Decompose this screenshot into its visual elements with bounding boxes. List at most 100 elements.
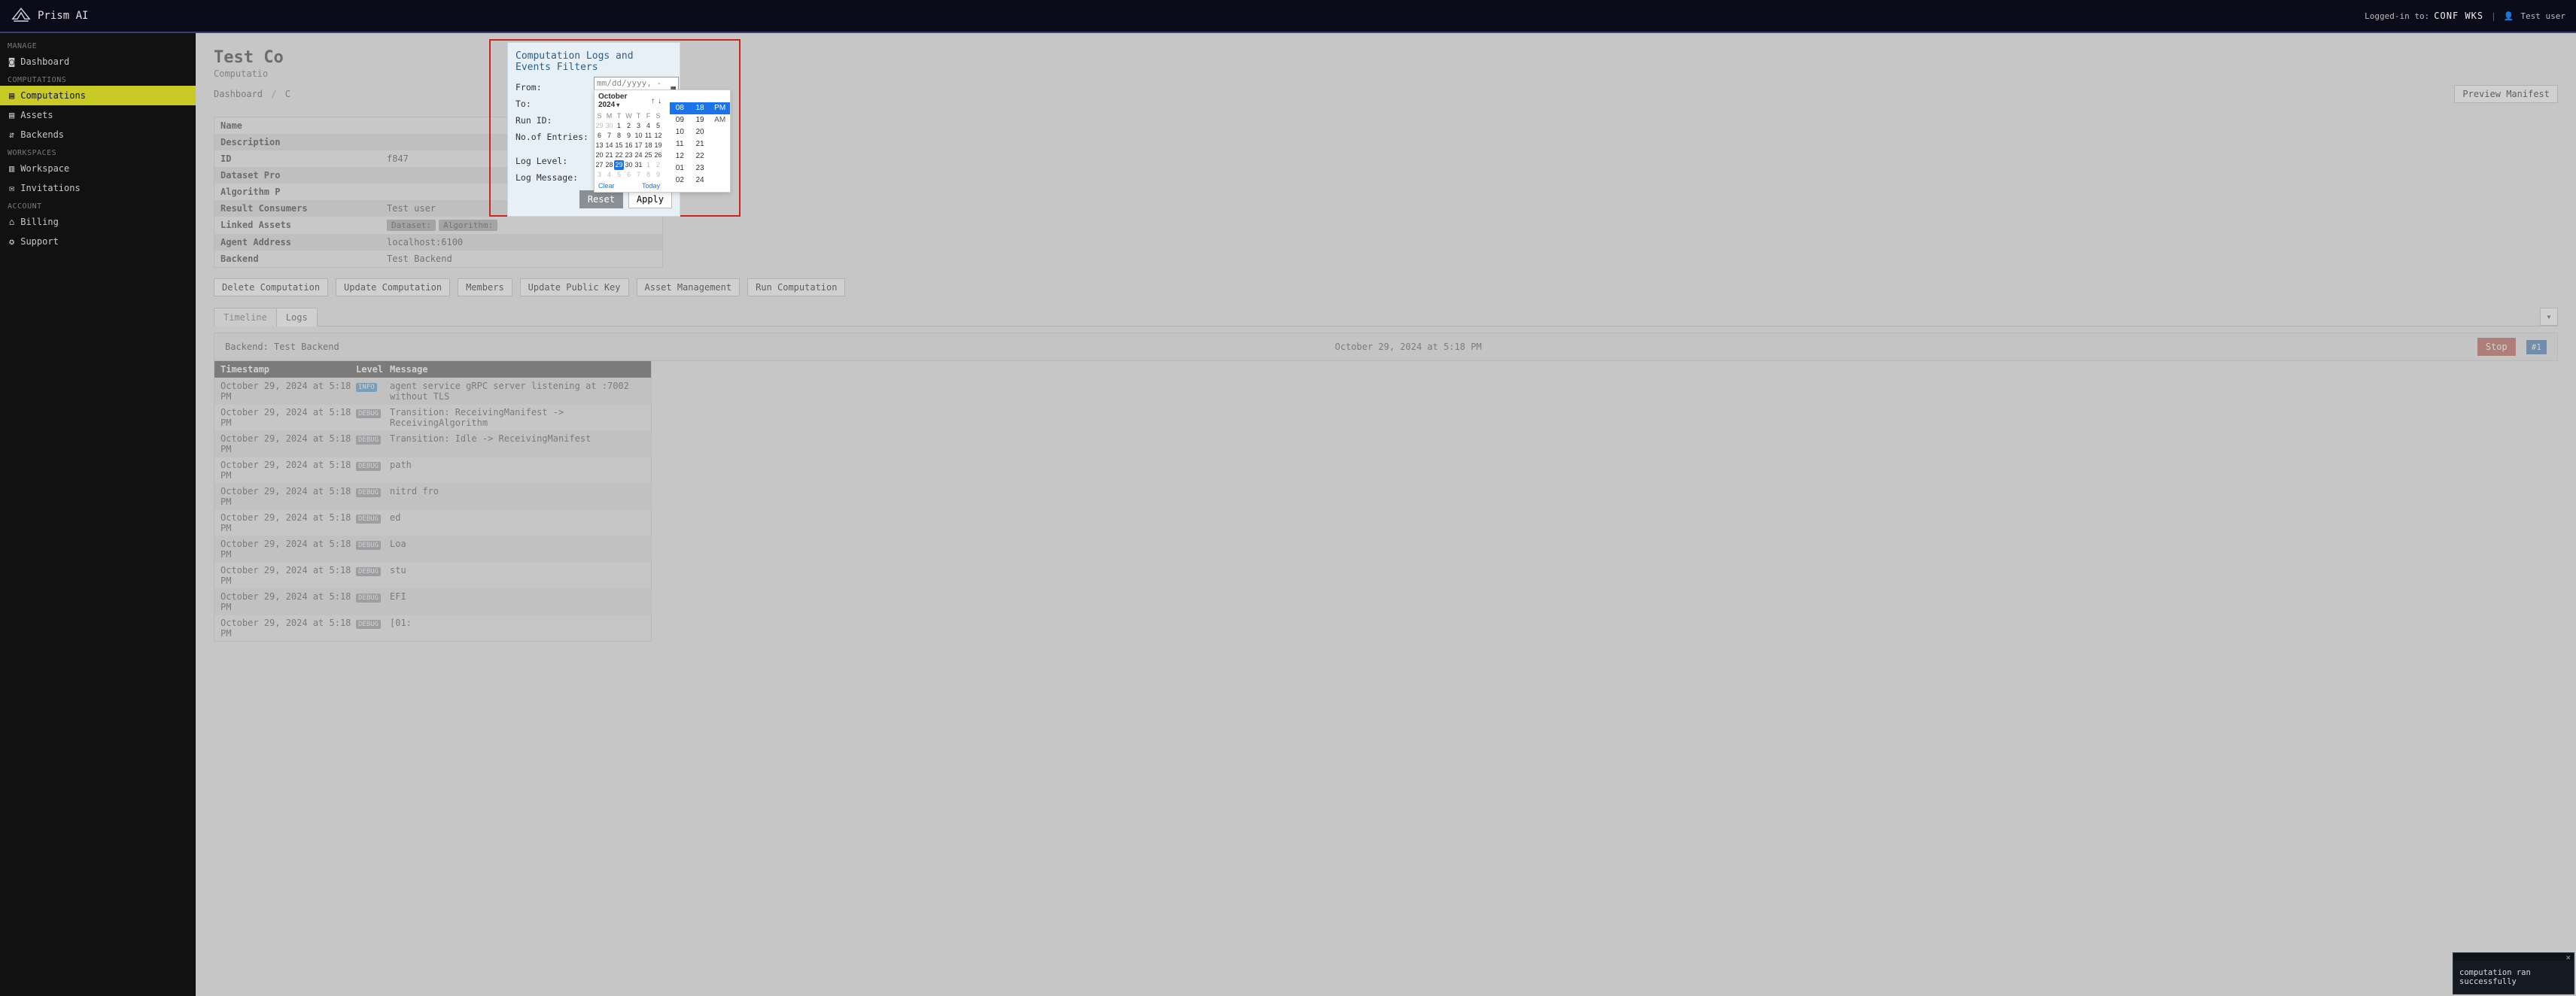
sidebar-item-invitations[interactable]: ✉Invitations [0,178,196,198]
tab-logs[interactable]: Logs [276,308,318,326]
user-name[interactable]: Test user [2520,11,2565,21]
members-button[interactable]: Members [458,278,512,296]
log-level-badge: INFO [356,383,377,392]
crumb-dashboard[interactable]: Dashboard [214,89,263,99]
linked-asset-pill[interactable]: Algorithm: [439,220,497,231]
detail-key: Name [214,117,381,134]
dp-day[interactable]: 9 [624,131,634,141]
dp-day[interactable]: 13 [595,141,604,150]
update-computation-button[interactable]: Update Computation [336,278,450,296]
sidebar-item-dashboard[interactable]: ◙Dashboard [0,52,196,71]
tp-mins[interactable]: 23 [690,162,710,175]
dp-month[interactable]: October 2024 [598,93,648,109]
dp-day[interactable]: 14 [604,141,614,150]
dp-day[interactable]: 1 [643,160,653,170]
dp-day[interactable]: 24 [634,150,643,160]
sidebar-item-assets[interactable]: ▤Assets [0,105,196,125]
dp-day[interactable]: 22 [614,150,624,160]
dp-today[interactable]: Today [642,182,660,190]
run-tag[interactable]: #1 [2526,340,2547,354]
dp-day[interactable]: 15 [614,141,624,150]
tp-hours[interactable]: 11 [670,138,690,150]
dp-prev-icon[interactable]: ↑ [651,97,655,105]
sidebar-item-workspace[interactable]: ▥Workspace [0,159,196,178]
filter-icon[interactable]: ▾ [2540,308,2558,326]
dp-day[interactable]: 10 [634,131,643,141]
run-computation-button[interactable]: Run Computation [747,278,845,296]
dp-day[interactable]: 19 [653,141,663,150]
tp-hours[interactable]: 12 [670,150,690,162]
nav-icon: ✉ [9,183,14,193]
linked-asset-pill[interactable]: Dataset: [387,220,436,231]
tp-ampm[interactable]: PM [710,102,730,114]
tp-mins[interactable]: 18 [690,102,710,114]
dp-day[interactable]: 17 [634,141,643,150]
dp-day[interactable]: 28 [604,160,614,170]
sidebar-item-backends[interactable]: ⇵Backends [0,125,196,144]
dp-day[interactable]: 31 [634,160,643,170]
dp-day[interactable]: 3 [634,121,643,131]
preview-manifest-button[interactable]: Preview Manifest [2454,85,2558,103]
dp-day[interactable]: 2 [653,160,663,170]
toast-close-icon[interactable]: ✕ [2453,953,2574,961]
stop-button[interactable]: Stop [2477,338,2516,356]
detail-row: Agent Addresslocalhost:6100 [214,234,662,251]
dp-day[interactable]: 29 [595,121,604,131]
reset-button[interactable]: Reset [579,190,623,208]
tp-hours[interactable]: 10 [670,126,690,138]
dp-day[interactable]: 27 [595,160,604,170]
dp-day[interactable]: 26 [653,150,663,160]
dp-day[interactable]: 21 [604,150,614,160]
update-public-key-button[interactable]: Update Public Key [520,278,629,296]
dp-day[interactable]: 6 [624,170,634,180]
tp-hours[interactable]: 09 [670,114,690,126]
dp-day[interactable]: 12 [653,131,663,141]
dp-day[interactable]: 30 [604,121,614,131]
dp-day[interactable]: 20 [595,150,604,160]
tp-hours[interactable]: 01 [670,162,690,175]
dp-day[interactable]: 4 [643,121,653,131]
dp-day[interactable]: 16 [624,141,634,150]
dp-day[interactable]: 18 [643,141,653,150]
dp-day[interactable]: 4 [604,170,614,180]
tp-mins[interactable]: 21 [690,138,710,150]
dp-clear[interactable]: Clear [598,182,615,190]
dp-day[interactable]: 1 [614,121,624,131]
tp-ampm[interactable]: AM [710,114,730,126]
dp-weekday: M [604,111,614,121]
tp-hours[interactable]: 08 [670,102,690,114]
apply-button[interactable]: Apply [628,190,672,208]
dp-day[interactable]: 30 [624,160,634,170]
dp-day[interactable]: 25 [643,150,653,160]
sidebar-item-support[interactable]: ✪Support [0,232,196,251]
tp-mins[interactable]: 19 [690,114,710,126]
crumb-current[interactable]: C [285,89,290,99]
dp-day[interactable]: 5 [653,121,663,131]
tp-hours[interactable]: 02 [670,175,690,187]
dp-day[interactable]: 5 [614,170,624,180]
tp-mins[interactable]: 22 [690,150,710,162]
dp-next-icon[interactable]: ↓ [658,97,661,105]
tp-mins[interactable]: 24 [690,175,710,187]
asset-management-button[interactable]: Asset Management [637,278,741,296]
workspace-name[interactable]: CONF WKS [2434,11,2483,21]
dp-day[interactable]: 3 [595,170,604,180]
dp-day[interactable]: 23 [624,150,634,160]
dp-day[interactable]: 9 [653,170,663,180]
dp-day[interactable]: 8 [614,131,624,141]
dp-day[interactable]: 11 [643,131,653,141]
dp-day[interactable]: 8 [643,170,653,180]
tab-timeline[interactable]: Timeline [214,308,277,326]
dp-day[interactable]: 29 [614,160,624,170]
log-table: Timestamp Level Message October 29, 2024… [214,361,652,642]
log-level: DEBUG [356,618,390,639]
dp-day[interactable]: 7 [604,131,614,141]
sidebar-item-computations[interactable]: ▤Computations [0,86,196,105]
dp-day[interactable]: 6 [595,131,604,141]
delete-computation-button[interactable]: Delete Computation [214,278,328,296]
sidebar-item-billing[interactable]: ⌂Billing [0,212,196,232]
dp-day[interactable]: 2 [624,121,634,131]
brand[interactable]: Prism AI [11,5,88,26]
dp-day[interactable]: 7 [634,170,643,180]
tp-mins[interactable]: 20 [690,126,710,138]
